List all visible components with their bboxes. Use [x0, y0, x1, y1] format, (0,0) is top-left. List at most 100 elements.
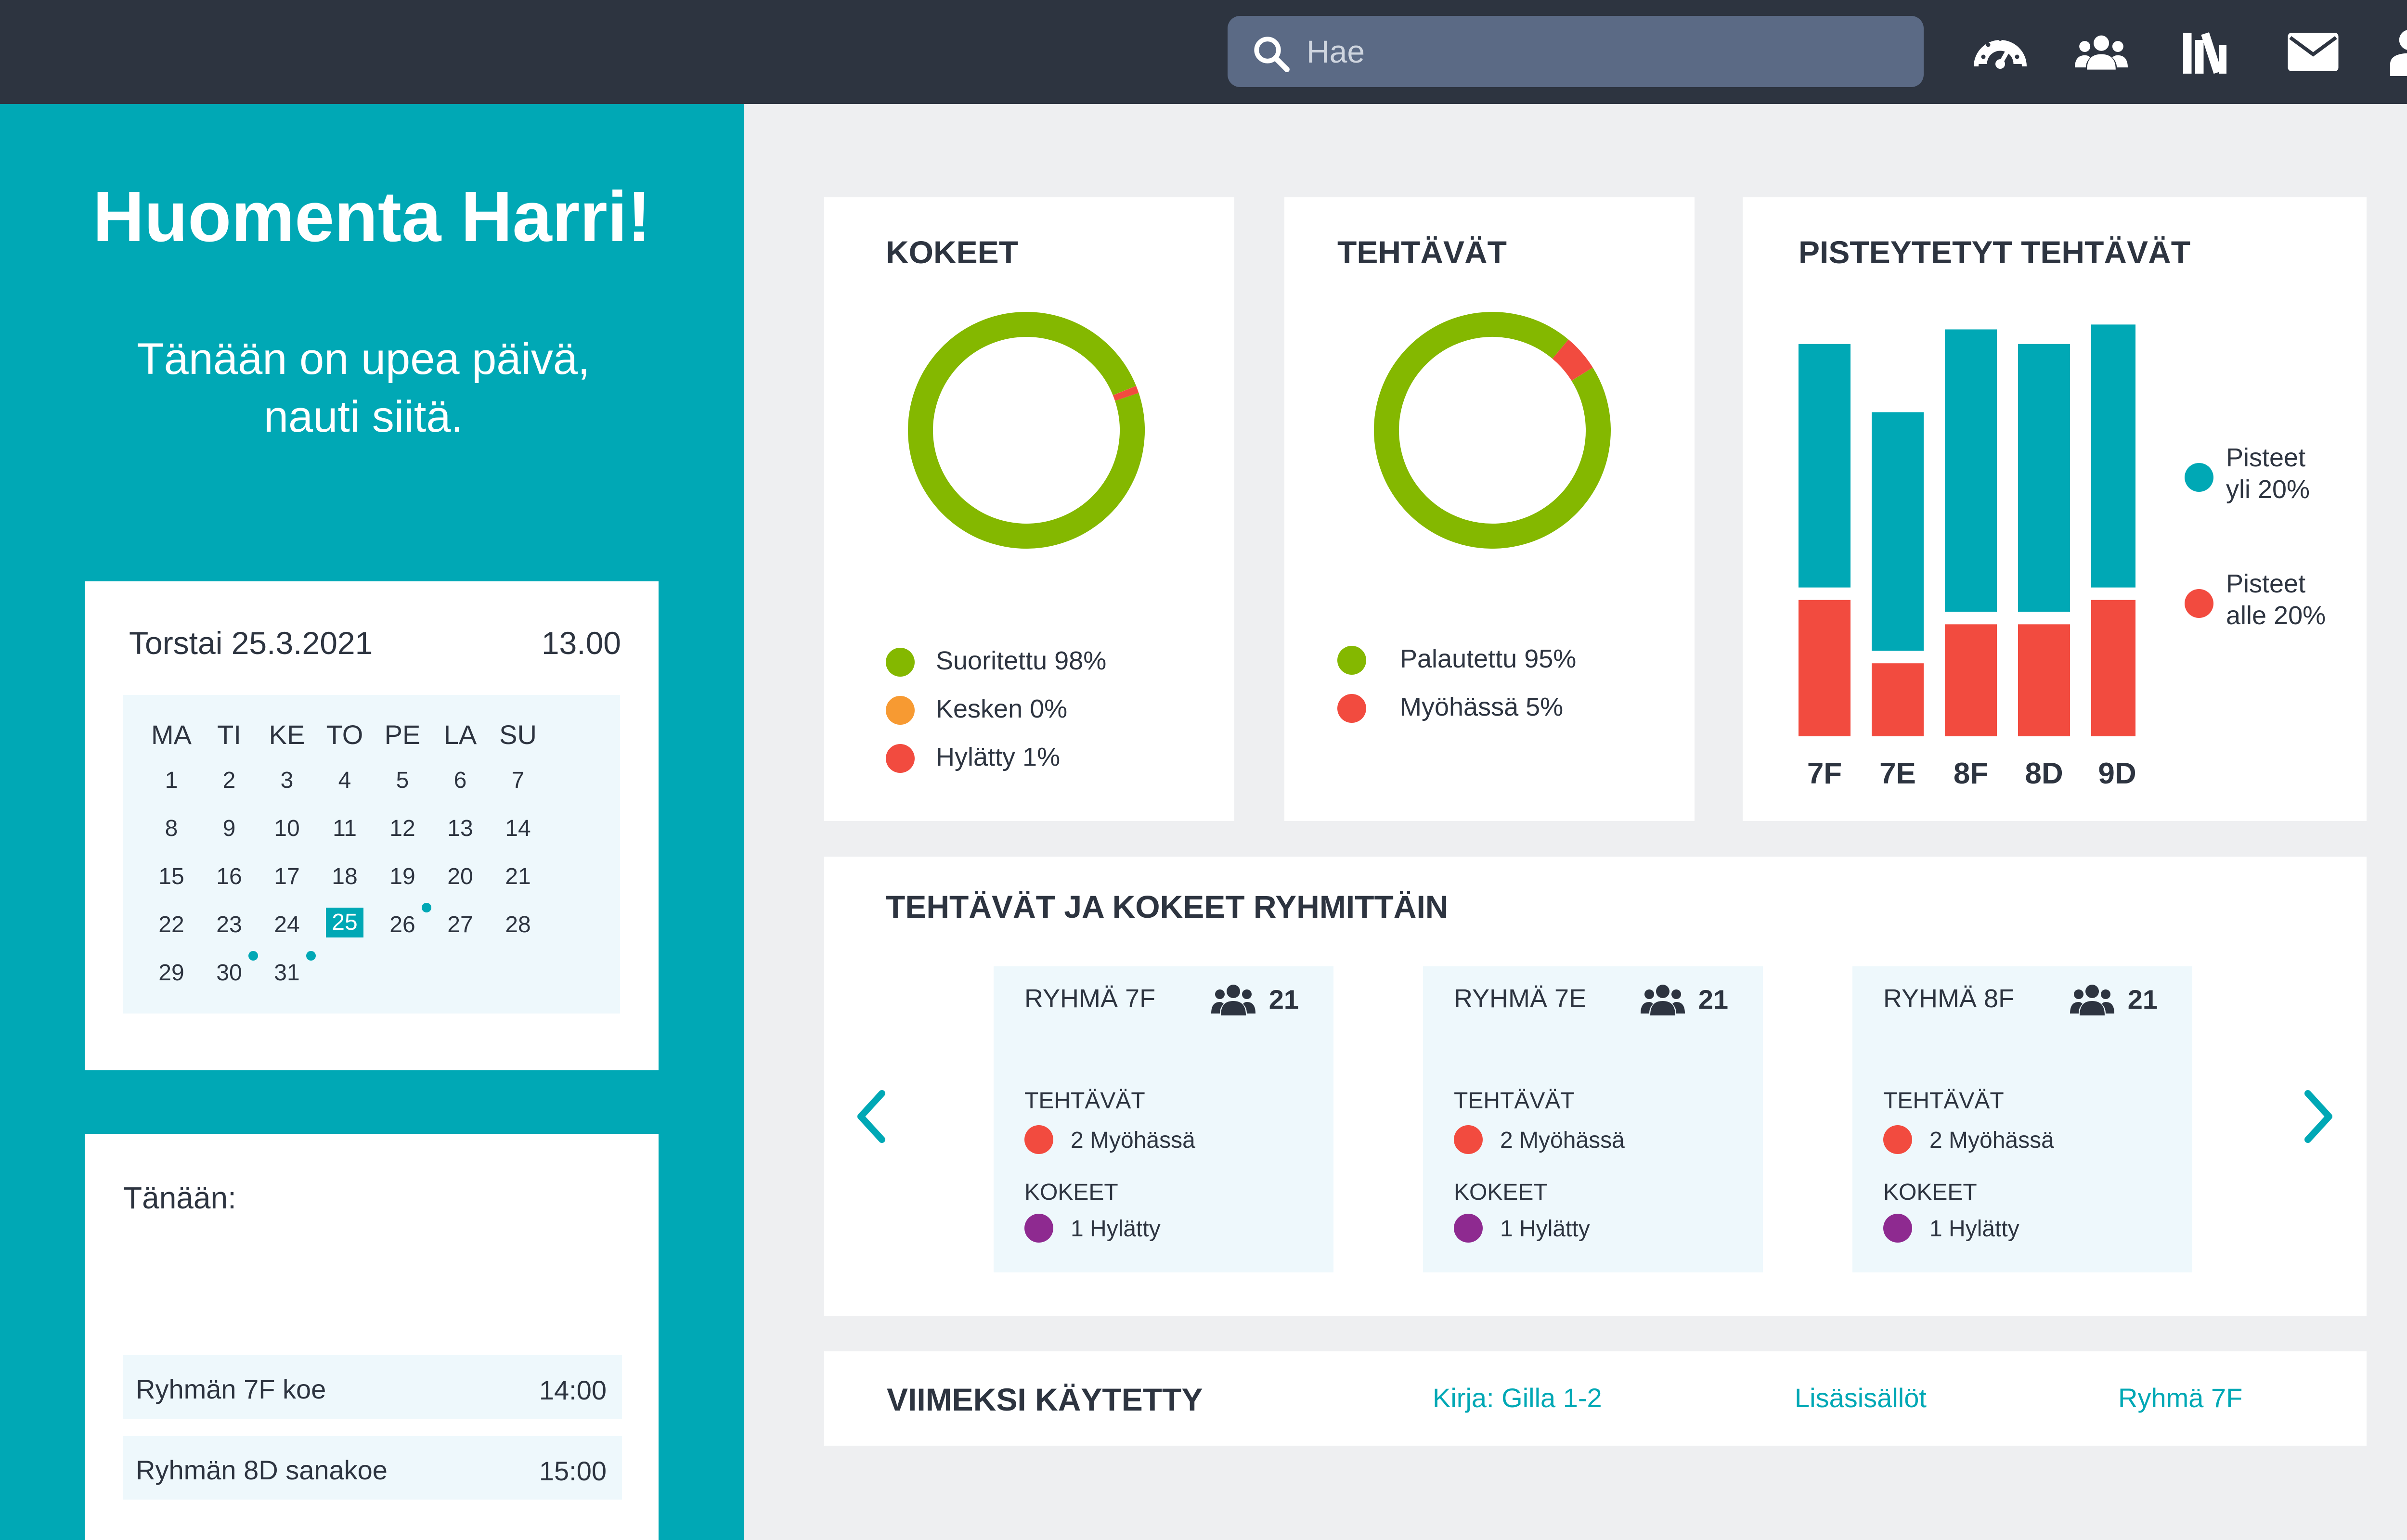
bar-category-label: 7E [1879, 757, 1916, 789]
calendar-day[interactable]: 17 [258, 863, 316, 890]
bar-yli-9d [2091, 324, 2135, 588]
calendar-day[interactable]: 5 [374, 767, 431, 794]
group-tasks-status: 2 Myöhässä [1071, 1128, 1195, 1153]
legend-label-suoritettu: Suoritettu 98% [936, 646, 1107, 675]
library-icon[interactable] [2181, 28, 2234, 76]
bar-alle-7f [1799, 600, 1851, 736]
calendar-day[interactable]: 13 [431, 815, 489, 842]
calendar-day[interactable]: 16 [200, 863, 258, 890]
today-item-time: 14:00 [539, 1375, 607, 1405]
calendar-day[interactable]: 8 [142, 815, 200, 842]
calendar-day[interactable]: 11 [316, 815, 374, 842]
bar-alle-8f [1945, 624, 1997, 736]
calendar-day[interactable]: 19 [374, 863, 431, 890]
bar-alle-7e [1872, 663, 1924, 736]
group-member-count: 21 [1698, 984, 1728, 1014]
calendar-day[interactable]: 26 [374, 911, 431, 938]
legend-label-yli-line2: yli 20% [2226, 475, 2310, 504]
kokeet-slice-suoritettu [908, 312, 1145, 549]
calendar-day[interactable]: 21 [489, 863, 547, 890]
recent-link-lisasisallot[interactable]: Lisäsisällöt [1795, 1382, 1927, 1413]
calendar-day[interactable]: 23 [200, 911, 258, 938]
calendar-day[interactable]: 30 [200, 960, 258, 986]
today-item-label: Ryhmän 7F koe [136, 1374, 326, 1404]
group-tasks-label: TEHTÄVÄT [1883, 1088, 2004, 1114]
greeting-title: Huomenta Harri! [92, 177, 651, 257]
legend-dot-alle [2185, 589, 2213, 618]
mail-icon[interactable] [2287, 28, 2340, 76]
weekday-label: TO [326, 719, 363, 750]
calendar-day[interactable]: 28 [489, 911, 547, 938]
weekday-label: SU [499, 719, 537, 750]
tehtavat-card: TEHTÄVÄT Palautettu 95% Myöhässä 5% [1284, 197, 1695, 821]
chevron-right-icon[interactable] [2298, 1088, 2337, 1145]
kokeet-slice-hylätty [1113, 385, 1139, 401]
calendar-day[interactable]: 29 [142, 960, 200, 986]
group-card[interactable]: RYHMÄ 7F 21 TEHTÄVÄT 2 Myöhässä KOKEET 1 Hylä… [994, 966, 1333, 1272]
today-title: Tänään: [123, 1181, 236, 1215]
late-status-dot [1454, 1125, 1483, 1154]
legend-label-kesken: Kesken 0% [936, 694, 1068, 723]
search-icon [1254, 37, 1290, 72]
recent-link-kirja[interactable]: Kirja: Gilla 1-2 [1433, 1382, 1602, 1413]
group-exams-label: KOKEET [1883, 1180, 1977, 1205]
user-icon[interactable] [2388, 28, 2407, 76]
greeting-subtitle: Tänään on upea päivä, nauti siitä. [0, 330, 727, 446]
calendar-day[interactable]: 24 [258, 911, 316, 938]
bar-category-label: 7F [1807, 757, 1842, 789]
greeting-subtitle-line2: nauti siitä. [263, 392, 464, 441]
calendar-day[interactable]: 7 [489, 767, 547, 794]
calendar-day[interactable]: 14 [489, 815, 547, 842]
search-input[interactable] [1307, 27, 1903, 76]
calendar-day[interactable]: 9 [200, 815, 258, 842]
bar-alle-8d [2018, 624, 2070, 736]
calendar-grid: MA TI KE TO PE LA SU 1 2 3 4 5 6 7 8 9 10 11 12 13 14 15 16 17 1… [123, 695, 620, 1014]
calendar-day[interactable]: 15 [142, 863, 200, 890]
calendar-day[interactable]: 10 [258, 815, 316, 842]
calendar-day[interactable]: 1 [142, 767, 200, 794]
event-dot [422, 903, 431, 912]
late-status-dot [1024, 1125, 1053, 1154]
calendar-day[interactable]: 3 [258, 767, 316, 794]
legend-label-yli-line1: Pisteet [2226, 443, 2306, 472]
group-exams-status: 1 Hylätty [1929, 1216, 2019, 1242]
group-tasks-status: 2 Myöhässä [1500, 1128, 1625, 1153]
calendar-day[interactable]: 6 [431, 767, 489, 794]
legend-label-alle-line2: alle 20% [2226, 601, 2326, 630]
bar-yli-7e [1872, 412, 1924, 651]
pisteytetyt-bar-chart: 7F 7E 8F 8D 9D [1799, 324, 2135, 789]
chevron-left-icon[interactable] [853, 1088, 892, 1145]
today-card: Tänään: Ryhmän 7F koe 14:00 Ryhmän 8D sa… [85, 1134, 659, 1540]
group-member-count: 21 [2127, 984, 2158, 1014]
groups-title: TEHTÄVÄT JA KOKEET RYHMITTÄIN [886, 889, 1449, 924]
greeting-subtitle-line1: Tänään on upea päivä, [137, 334, 590, 384]
search-box[interactable] [1228, 16, 1924, 87]
weekday-label: PE [384, 719, 421, 750]
event-dot [306, 951, 316, 961]
calendar-day-selected[interactable]: 25 [326, 908, 363, 937]
today-item[interactable]: Ryhmän 8D sanakoe 15:00 [123, 1436, 622, 1500]
today-item[interactable]: Ryhmän 7F koe 14:00 [123, 1355, 622, 1419]
calendar-day[interactable]: 22 [142, 911, 200, 938]
group-card[interactable]: RYHMÄ 7E 21 TEHTÄVÄT 2 Myöhässä KOKEET 1 Hylä… [1423, 966, 1763, 1272]
users-icon[interactable] [2075, 28, 2128, 76]
failed-status-dot [1883, 1214, 1912, 1243]
calendar-day[interactable]: 27 [431, 911, 489, 938]
calendar-day[interactable]: 20 [431, 863, 489, 890]
legend-label-hylatty: Hylätty 1% [936, 743, 1061, 771]
calendar-day[interactable]: 31 [258, 960, 316, 986]
recent-link-ryhma[interactable]: Ryhmä 7F [2118, 1382, 2242, 1413]
bar-category-label: 8F [1954, 757, 1988, 789]
calendar-day[interactable]: 12 [374, 815, 431, 842]
dashboard-gauge-icon[interactable] [1974, 28, 2027, 76]
calendar-date: Torstai 25.3.2021 [129, 625, 373, 661]
calendar-day[interactable]: 4 [316, 767, 374, 794]
group-tasks-label: TEHTÄVÄT [1454, 1088, 1575, 1114]
bar-yli-8d [2018, 344, 2070, 612]
today-item-time: 15:00 [539, 1456, 607, 1486]
calendar-day[interactable]: 2 [200, 767, 258, 794]
calendar-card: Torstai 25.3.2021 13.00 MA TI KE TO PE LA SU 1 2… [85, 581, 659, 1070]
legend-label-myohassa: Myöhässä 5% [1400, 693, 1564, 721]
group-card[interactable]: RYHMÄ 8F 21 TEHTÄVÄT 2 Myöhässä KOKEET 1 Hylä… [1852, 966, 2192, 1272]
calendar-day[interactable]: 18 [316, 863, 374, 890]
